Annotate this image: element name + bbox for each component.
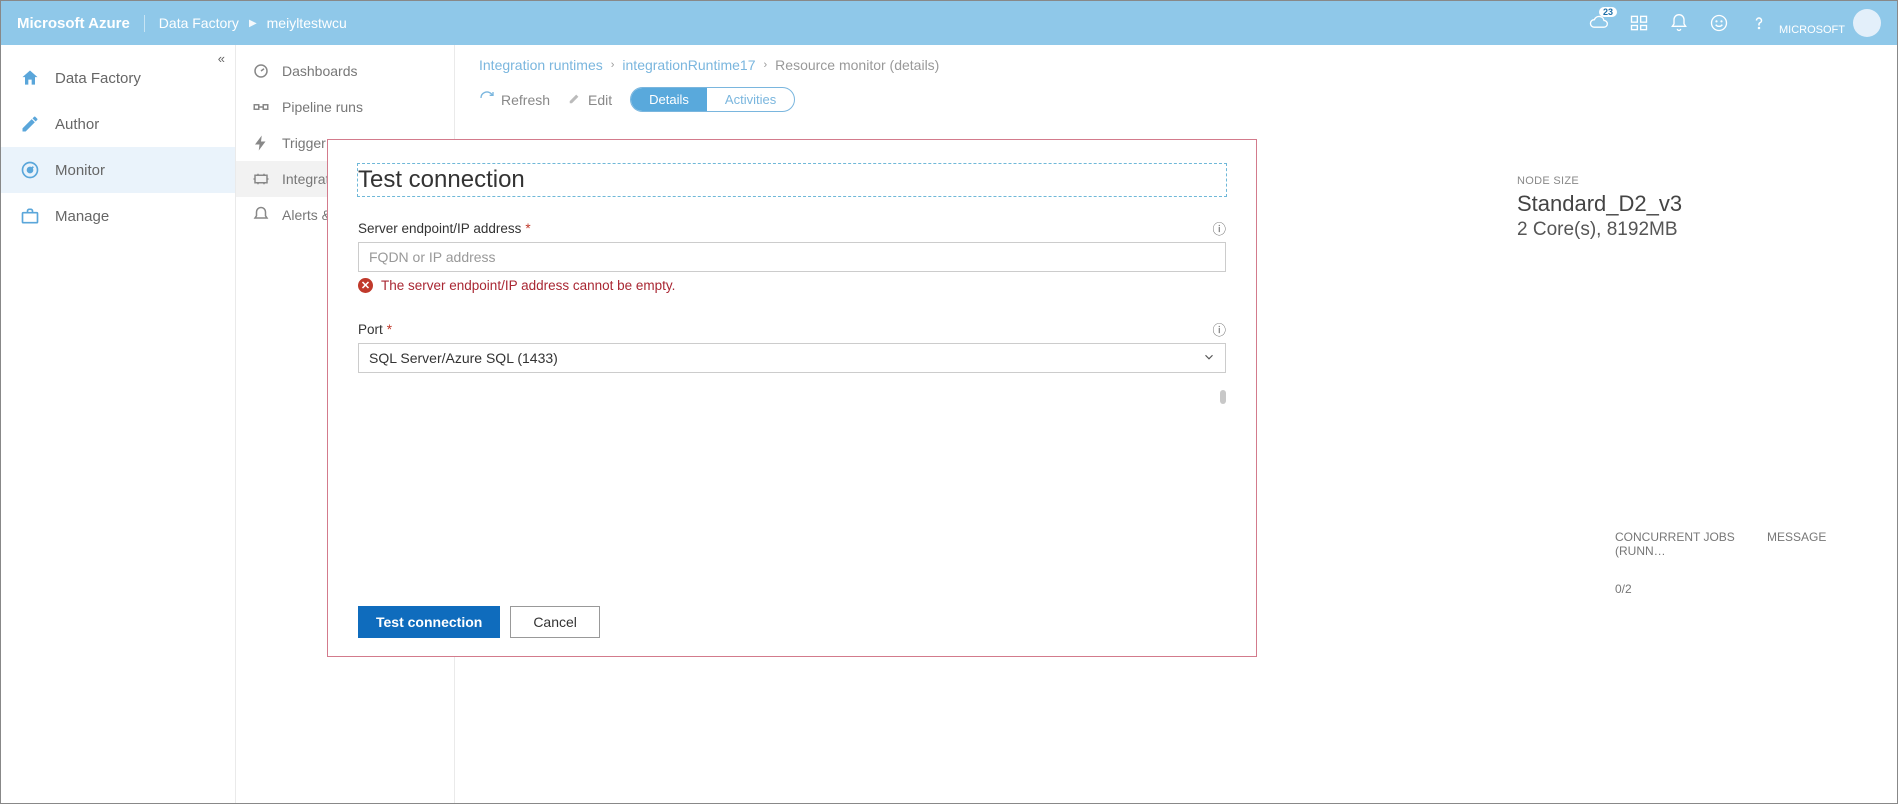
col-concurrent-jobs: CONCURRENT JOBS (RUNN… <box>1615 530 1745 558</box>
required-marker: * <box>525 221 530 236</box>
rail-label: Manage <box>55 208 109 225</box>
top-bar: Microsoft Azure Data Factory ▶ meiyltest… <box>1 1 1897 45</box>
bc-resource-monitor: Resource monitor (details) <box>775 57 939 73</box>
rail-item-data-factory[interactable]: Data Factory <box>1 55 235 101</box>
server-endpoint-error: ✕ The server endpoint/IP address cannot … <box>358 278 1226 293</box>
tab-details[interactable]: Details <box>631 88 707 111</box>
refresh-label: Refresh <box>501 92 550 108</box>
port-select[interactable] <box>358 343 1226 373</box>
subnav-label: Dashboards <box>282 63 358 79</box>
breadcrumb-resource[interactable]: meiyltestwcu <box>267 15 347 31</box>
error-text: The server endpoint/IP address cannot be… <box>381 278 675 293</box>
edit-button[interactable]: Edit <box>568 91 612 108</box>
brand-label[interactable]: Microsoft Azure <box>17 15 145 32</box>
chevron-right-icon: ▶ <box>249 18 257 29</box>
pipeline-icon <box>252 98 270 116</box>
directory-icon[interactable] <box>1629 13 1649 33</box>
rail-label: Monitor <box>55 162 105 179</box>
refresh-button[interactable]: Refresh <box>479 90 550 109</box>
rail-item-manage[interactable]: Manage <box>1 193 235 239</box>
refresh-icon <box>479 90 495 109</box>
rail-item-author[interactable]: Author <box>1 101 235 147</box>
chevron-right-icon: › <box>764 59 768 71</box>
notification-badge: 23 <box>1599 7 1617 17</box>
test-connection-button[interactable]: Test connection <box>358 606 500 638</box>
jobs-row-value: 0/2 <box>1615 582 1837 596</box>
toolbox-icon <box>19 205 41 227</box>
breadcrumb-service[interactable]: Data Factory <box>159 15 239 31</box>
rail-item-monitor[interactable]: Monitor <box>1 147 235 193</box>
info-icon[interactable]: ⓘ <box>1213 319 1227 339</box>
subnav-label: Alerts & <box>282 207 331 223</box>
subnav-pipeline-runs[interactable]: Pipeline runs <box>236 89 454 125</box>
tenant-label: MICROSOFT <box>1779 24 1845 36</box>
node-size-label: NODE SIZE <box>1517 175 1797 187</box>
server-endpoint-label: Server endpoint/IP address * ⓘ <box>358 218 1226 238</box>
node-size-value: Standard_D2_v3 <box>1517 191 1797 217</box>
scrollbar-thumb[interactable] <box>1220 390 1226 404</box>
view-toggle: Details Activities <box>630 87 795 112</box>
pencil-small-icon <box>568 91 582 108</box>
jobs-table: CONCURRENT JOBS (RUNN… MESSAGE 0/2 <box>1615 530 1837 596</box>
error-icon: ✕ <box>358 278 373 293</box>
rail-label: Data Factory <box>55 70 141 87</box>
gauge-small-icon <box>252 62 270 80</box>
test-connection-dialog: Test connection Server endpoint/IP addre… <box>327 139 1257 657</box>
subnav-label: Pipeline runs <box>282 99 363 115</box>
col-message: MESSAGE <box>1767 530 1837 558</box>
edit-label: Edit <box>588 92 612 108</box>
port-label: Port * ⓘ <box>358 319 1226 339</box>
content-breadcrumbs: Integration runtimes › integrationRuntim… <box>479 57 1873 73</box>
tab-activities[interactable]: Activities <box>707 88 794 111</box>
topbar-icons: 23 <box>1589 13 1779 33</box>
bc-integration-runtimes[interactable]: Integration runtimes <box>479 57 603 73</box>
smiley-icon[interactable] <box>1709 13 1729 33</box>
bc-runtime-name[interactable]: integrationRuntime17 <box>622 57 755 73</box>
tenant-block[interactable]: name MICROSOFT <box>1779 10 1853 35</box>
gauge-icon <box>19 159 41 181</box>
chevron-right-icon: › <box>611 59 615 71</box>
left-rail: « Data Factory Author Monitor Manage <box>1 45 236 803</box>
bell-small-icon <box>252 206 270 224</box>
avatar[interactable] <box>1853 9 1881 37</box>
node-size-detail: 2 Core(s), 8192MB <box>1517 219 1797 241</box>
node-size-card: NODE SIZE Standard_D2_v3 2 Core(s), 8192… <box>1517 175 1797 241</box>
dialog-title: Test connection <box>358 164 1226 196</box>
help-icon[interactable] <box>1749 13 1769 33</box>
bell-icon[interactable] <box>1669 13 1689 33</box>
content-toolbar: Refresh Edit Details Activities <box>479 87 1873 112</box>
required-marker: * <box>387 322 392 337</box>
bolt-icon <box>252 134 270 152</box>
home-icon <box>19 67 41 89</box>
info-icon[interactable]: ⓘ <box>1213 218 1227 238</box>
cancel-button[interactable]: Cancel <box>510 606 600 638</box>
subnav-dashboards[interactable]: Dashboards <box>236 53 454 89</box>
cloud-shell-icon[interactable]: 23 <box>1589 13 1609 33</box>
subnav-label: Integrati <box>282 171 333 187</box>
rail-label: Author <box>55 116 99 133</box>
integration-icon <box>252 170 270 188</box>
pencil-icon <box>19 113 41 135</box>
server-endpoint-input[interactable] <box>358 242 1226 272</box>
breadcrumb: Data Factory ▶ meiyltestwcu <box>145 15 347 31</box>
collapse-rail-icon[interactable]: « <box>218 51 225 66</box>
